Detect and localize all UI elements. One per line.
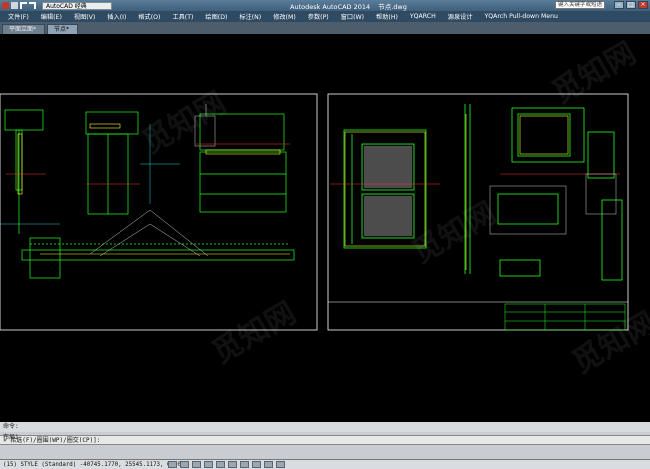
ducs-icon[interactable] xyxy=(240,461,249,468)
status-bar: (15) STYLE (Standard) -40745.1770, 25545… xyxy=(0,459,650,469)
menu-yqarch[interactable]: YQARCH xyxy=(404,13,442,20)
quick-access-toolbar: AutoCAD 经典 xyxy=(0,1,112,10)
svg-text:觅知网: 觅知网 xyxy=(567,306,650,381)
minimize-icon[interactable]: – xyxy=(614,1,624,9)
document-tab-bar: 平面立面* 节点* xyxy=(0,22,650,34)
dyn-icon[interactable] xyxy=(252,461,261,468)
app-menu-icon[interactable] xyxy=(2,2,9,9)
app-title: Autodesk AutoCAD 2014 xyxy=(290,3,371,11)
command-input[interactable]: × 拾选(F)/圈围(WP)/圈交(CP)]: xyxy=(0,435,650,445)
right-sheet-details xyxy=(343,104,623,281)
menu-modify[interactable]: 修改(M) xyxy=(267,12,302,21)
ortho-icon[interactable] xyxy=(192,461,201,468)
otrack-icon[interactable] xyxy=(228,461,237,468)
document-name: 节点.dwg xyxy=(378,3,407,11)
status-toggles xyxy=(168,461,285,468)
maximize-icon[interactable]: □ xyxy=(626,1,636,9)
menu-yuanquan[interactable]: 源泉设计 xyxy=(442,12,479,21)
save-icon[interactable] xyxy=(11,2,18,9)
redo-icon[interactable] xyxy=(29,2,36,9)
close-icon[interactable]: × xyxy=(638,1,648,9)
menu-tools[interactable]: 工具(T) xyxy=(166,12,199,21)
coordinate-readout: (15) STYLE (Standard) -40745.1770, 25545… xyxy=(3,461,188,468)
lwt-icon[interactable] xyxy=(264,461,273,468)
snap-icon[interactable] xyxy=(168,461,177,468)
osnap-icon[interactable] xyxy=(216,461,225,468)
menu-window[interactable]: 窗口(W) xyxy=(335,12,370,21)
menu-help[interactable]: 帮助(H) xyxy=(370,12,404,21)
menu-file[interactable]: 文件(F) xyxy=(2,12,35,21)
menu-view[interactable]: 视图(V) xyxy=(68,12,101,21)
tab-node[interactable]: 节点* xyxy=(47,24,79,34)
tab-plan-elevation[interactable]: 平面立面* xyxy=(2,24,46,34)
svg-text:觅知网: 觅知网 xyxy=(207,296,302,371)
menu-parametric[interactable]: 参数(P) xyxy=(302,12,335,21)
cad-drawing: 觅知网 觅知网 觅知网 觅知网 觅知网 xyxy=(0,36,650,381)
workspace-select[interactable]: AutoCAD 经典 xyxy=(42,1,112,10)
menu-dimension[interactable]: 标注(N) xyxy=(233,12,267,21)
window-title: Autodesk AutoCAD 2014 节点.dwg xyxy=(290,1,407,11)
menu-yqarch-pulldown[interactable]: YQArch Pull-down Menu xyxy=(479,13,564,20)
menu-draw[interactable]: 绘图(D) xyxy=(199,12,233,21)
search-input[interactable]: 键入关键字或短语 xyxy=(555,1,605,9)
menu-format[interactable]: 格式(O) xyxy=(132,12,166,21)
grid-icon[interactable] xyxy=(180,461,189,468)
layout-tab[interactable]: 布局1 xyxy=(3,432,19,441)
polar-icon[interactable] xyxy=(204,461,213,468)
menu-bar: 文件(F) 编辑(E) 视图(V) 插入(I) 格式(O) 工具(T) 绘图(D… xyxy=(0,11,650,22)
menu-edit[interactable]: 编辑(E) xyxy=(35,12,68,21)
drawing-canvas[interactable]: 觅知网 觅知网 觅知网 觅知网 觅知网 xyxy=(0,34,650,422)
undo-icon[interactable] xyxy=(20,2,27,9)
svg-text:觅知网: 觅知网 xyxy=(407,196,502,271)
title-bar: AutoCAD 经典 Autodesk AutoCAD 2014 节点.dwg … xyxy=(0,0,650,11)
command-history: 命令: xyxy=(0,422,650,432)
svg-text:觅知网: 觅知网 xyxy=(137,86,232,161)
tpy-icon[interactable] xyxy=(276,461,285,468)
window-controls: – □ × xyxy=(614,1,648,9)
menu-insert[interactable]: 插入(I) xyxy=(101,12,132,21)
